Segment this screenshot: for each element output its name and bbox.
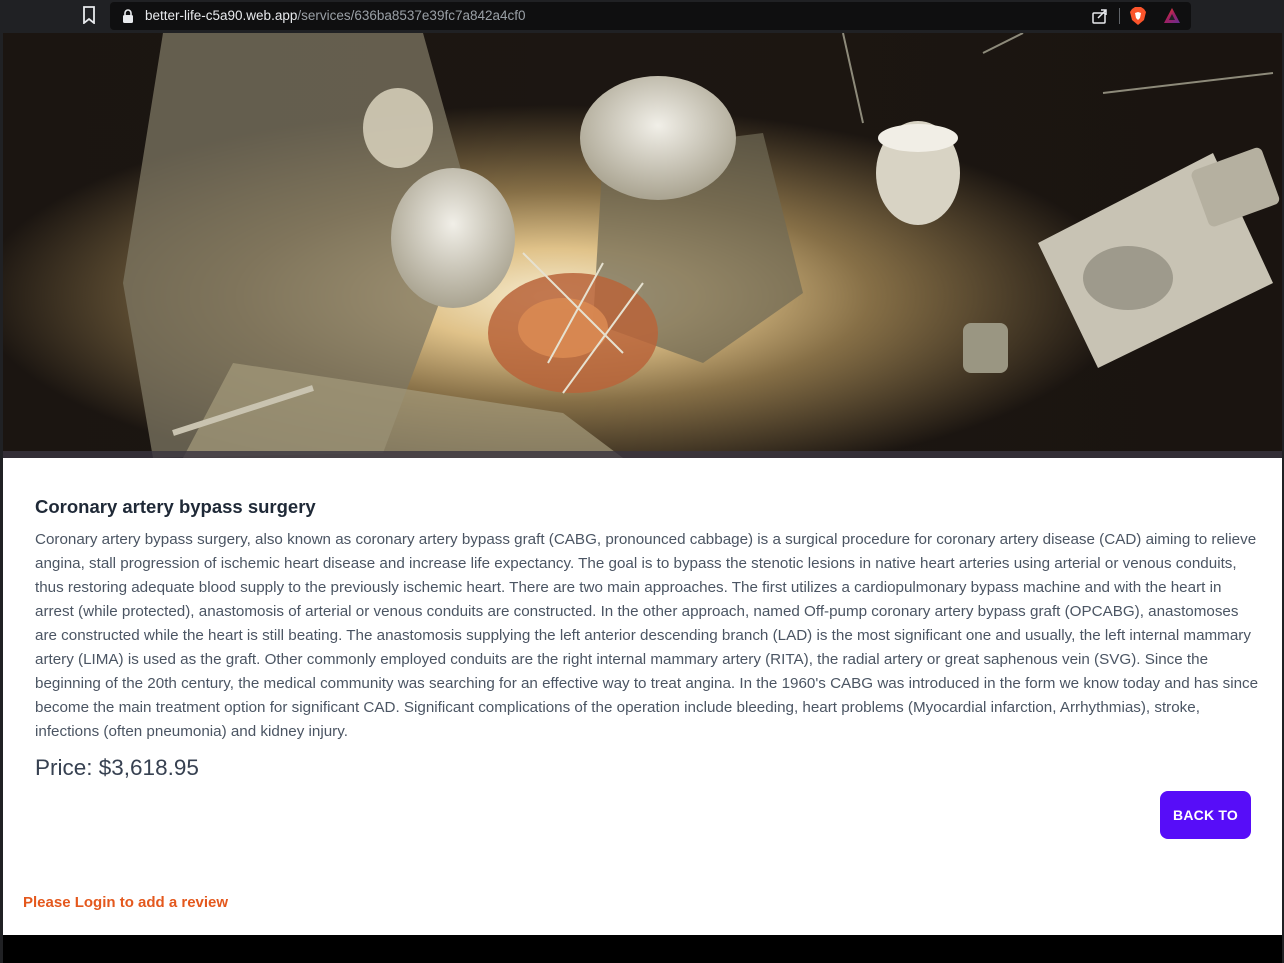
url-text[interactable]: better-life-c5a90.web.app/services/636ba… [145, 8, 526, 23]
service-title: Coronary artery bypass surgery [35, 496, 316, 517]
lock-icon[interactable] [122, 9, 134, 23]
brave-shields-icon[interactable] [1129, 6, 1147, 26]
service-price: Price: $3,618.95 [35, 755, 199, 780]
divider [1119, 8, 1120, 24]
footer [3, 935, 1282, 963]
browser-toolbar: better-life-c5a90.web.app/services/636ba… [0, 0, 1284, 33]
login-to-review-link[interactable]: Please Login to add a review [23, 894, 228, 911]
service-description: Coronary artery bypass surgery, also kno… [35, 531, 1259, 740]
address-bar[interactable]: better-life-c5a90.web.app/services/636ba… [110, 2, 1191, 30]
service-image [3, 33, 1282, 458]
surgery-photo [3, 33, 1282, 458]
share-icon[interactable] [1091, 7, 1109, 25]
brave-rewards-icon[interactable] [1163, 7, 1181, 25]
back-button[interactable]: BACK TO [1160, 791, 1251, 839]
bookmark-icon[interactable] [82, 6, 96, 24]
url-path: /services/636ba8537e39fc7a842a4cf0 [297, 8, 526, 23]
url-host: better-life-c5a90.web.app [145, 8, 298, 23]
service-detail-page: Coronary artery bypass surgery Coronary … [3, 33, 1282, 963]
